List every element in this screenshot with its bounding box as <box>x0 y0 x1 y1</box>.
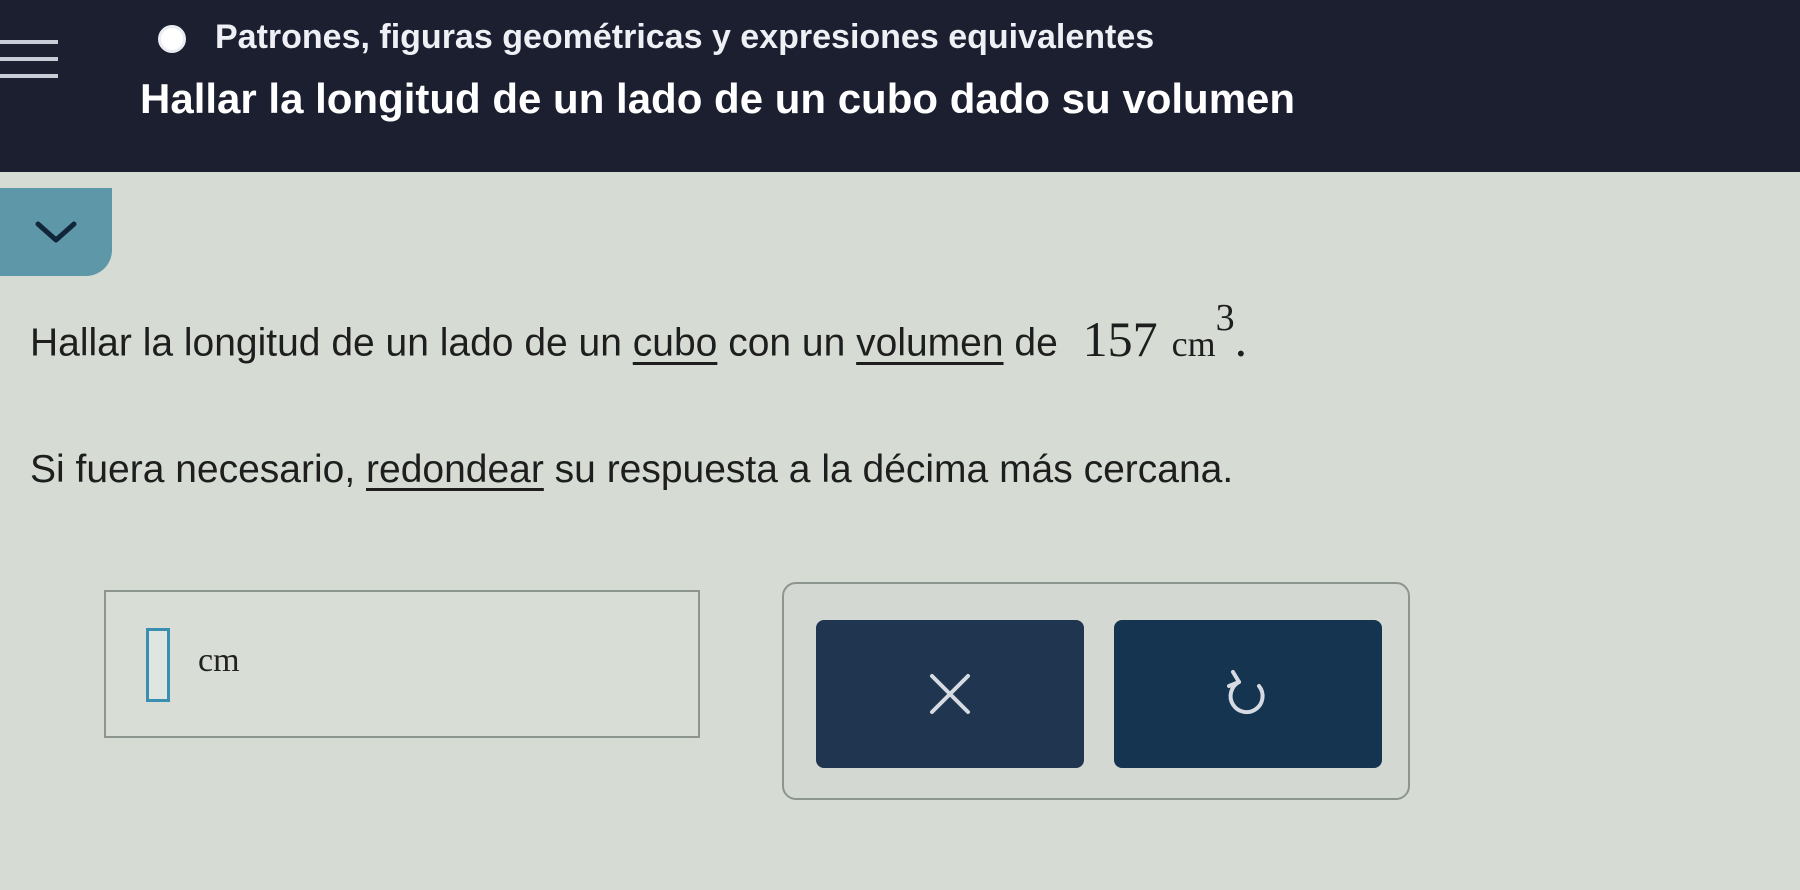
rounding-instruction: Si fuera necesario, redondear su respues… <box>30 448 1233 492</box>
link-cubo[interactable]: cubo <box>633 322 718 365</box>
volume-exponent: 3 <box>1215 297 1235 339</box>
answer-unit-label: cm <box>198 642 240 679</box>
volume-unit: cm <box>1171 323 1216 364</box>
instruction-suffix: su respuesta a la décima más cercana. <box>543 448 1234 491</box>
volume-period: . <box>1234 310 1248 367</box>
question-text-prefix: Hallar la longitud de un lado de un <box>30 321 633 365</box>
hamburger-menu-icon[interactable] <box>0 40 60 110</box>
progress-circle-icon <box>158 25 186 53</box>
chevron-down-icon <box>35 221 77 243</box>
volume-expression: 157 cm3. <box>1082 297 1248 367</box>
link-redondear[interactable]: redondear <box>366 448 544 491</box>
topic-title: Patrones, figuras geométricas y expresio… <box>215 18 1155 56</box>
undo-icon <box>1227 670 1265 715</box>
answer-tools <box>782 582 1410 800</box>
clear-button[interactable] <box>816 620 1084 768</box>
volume-value: 157 <box>1082 310 1158 367</box>
collapse-toggle[interactable] <box>0 188 112 276</box>
question-text-suffix: de <box>1003 321 1058 365</box>
question-text-middle: con un <box>717 321 857 365</box>
close-icon <box>930 674 970 714</box>
undo-button[interactable] <box>1114 620 1382 768</box>
answer-input[interactable] <box>146 628 170 702</box>
header-bar: Patrones, figuras geométricas y expresio… <box>0 0 1800 172</box>
lesson-title: Hallar la longitud de un lado de un cubo… <box>140 75 1296 122</box>
answer-box: cm <box>104 590 700 738</box>
question-text: Hallar la longitud de un lado de un cubo… <box>30 297 1248 368</box>
instruction-prefix: Si fuera necesario, <box>30 448 367 491</box>
link-volumen[interactable]: volumen <box>856 322 1003 365</box>
